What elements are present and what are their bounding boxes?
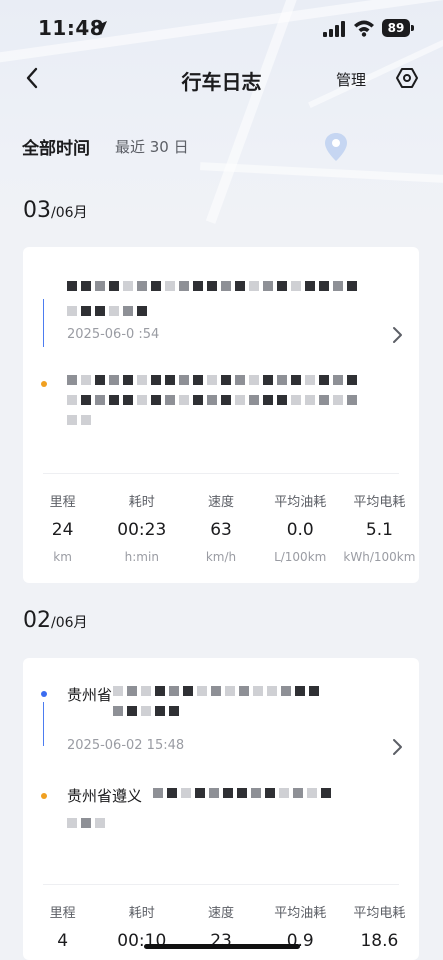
stat-label: 平均电耗 [353, 495, 406, 510]
cellular-signal-icon [323, 21, 345, 37]
stat-value: 63 [210, 520, 232, 540]
stat-label: 平均电耗 [353, 906, 406, 921]
stat-unit: h:min [124, 550, 159, 564]
stat-distance: 里程 4 [23, 904, 102, 952]
map-pin-icon [325, 133, 347, 161]
battery-cap [411, 25, 414, 31]
address-extra-redacted [67, 818, 187, 858]
stat-distance: 里程 24 km [23, 493, 102, 565]
manage-button[interactable]: 管理 [336, 69, 366, 90]
day-month: /06月 [51, 205, 88, 221]
trip-end-address: 贵州省遵义 [67, 787, 143, 805]
trip-card[interactable]: 贵州省 2025-06-02 15:48 贵州省遵义 里程 4 耗时 00:10… [23, 658, 419, 960]
stat-label: 耗时 [128, 906, 155, 921]
stat-label: 平均油耗 [274, 906, 327, 921]
stat-value: 18.6 [360, 931, 399, 951]
start-address-redacted [113, 686, 333, 726]
start-dot [41, 691, 47, 697]
end-address-redacted [153, 788, 373, 818]
stat-avg-energy: 平均电耗 18.6 [340, 904, 419, 952]
filter-all-time[interactable]: 全部时间 [22, 134, 90, 159]
stat-label: 里程 [49, 495, 76, 510]
trip-start-time: 2025-06-0 :54 [67, 327, 160, 342]
trip-start-address: 贵州省 [67, 686, 113, 704]
card-divider [43, 473, 399, 474]
stat-value: 00:23 [117, 520, 167, 540]
trip-start-time: 2025-06-02 15:48 [67, 738, 185, 753]
stat-unit: km [53, 550, 72, 564]
battery-icon: 89 [382, 19, 410, 37]
stat-label: 速度 [208, 495, 235, 510]
trip-card[interactable]: 2025-06-0 :54 里程 24 km 耗时 00:23 h:min 速度… [23, 247, 419, 583]
home-indicator[interactable] [144, 944, 300, 949]
location-arrow-icon [93, 21, 107, 35]
day-header: 02 /06月 [23, 608, 88, 633]
stat-value: 0.0 [286, 520, 314, 540]
stat-label: 平均油耗 [274, 495, 327, 510]
route-line [43, 299, 44, 347]
stat-value: 24 [51, 520, 74, 540]
end-address-redacted [67, 375, 367, 435]
stat-avg-fuel: 平均油耗 0.0 L/100km [261, 493, 340, 565]
stat-speed: 速度 63 km/h [181, 493, 260, 565]
stat-label: 耗时 [128, 495, 155, 510]
stat-value: 5.1 [365, 520, 393, 540]
day-header: 03 /06月 [23, 198, 88, 223]
stat-label: 里程 [49, 906, 76, 921]
day-number: 03 [23, 198, 51, 223]
day-number: 02 [23, 608, 51, 633]
nav-bar: 行车日志 管理 [0, 56, 443, 102]
stat-unit: km/h [205, 550, 237, 564]
page-title: 行车日志 [181, 70, 262, 94]
chevron-right-icon[interactable] [389, 324, 405, 346]
status-bar: 11:48 89 [0, 0, 443, 56]
route-line [43, 702, 44, 746]
stat-duration: 耗时 00:23 h:min [102, 493, 181, 565]
trip-stats: 里程 24 km 耗时 00:23 h:min 速度 63 km/h 平均油耗 … [23, 493, 419, 565]
stat-avg-energy: 平均电耗 5.1 kWh/100km [340, 493, 419, 565]
filter-last-30-days[interactable]: 最近 30 日 [115, 136, 189, 157]
gear-icon [396, 68, 418, 88]
chevron-right-icon[interactable] [389, 736, 405, 758]
stat-unit: kWh/100km [343, 550, 416, 564]
stat-value: 4 [57, 931, 69, 951]
end-dot [41, 793, 47, 799]
end-dot [41, 381, 47, 387]
card-divider [43, 884, 399, 885]
wifi-icon [354, 20, 374, 37]
start-address-redacted [67, 281, 367, 331]
stat-unit: L/100km [274, 550, 327, 564]
day-month: /06月 [51, 615, 88, 631]
settings-button[interactable] [394, 64, 420, 92]
stat-label: 速度 [208, 906, 235, 921]
